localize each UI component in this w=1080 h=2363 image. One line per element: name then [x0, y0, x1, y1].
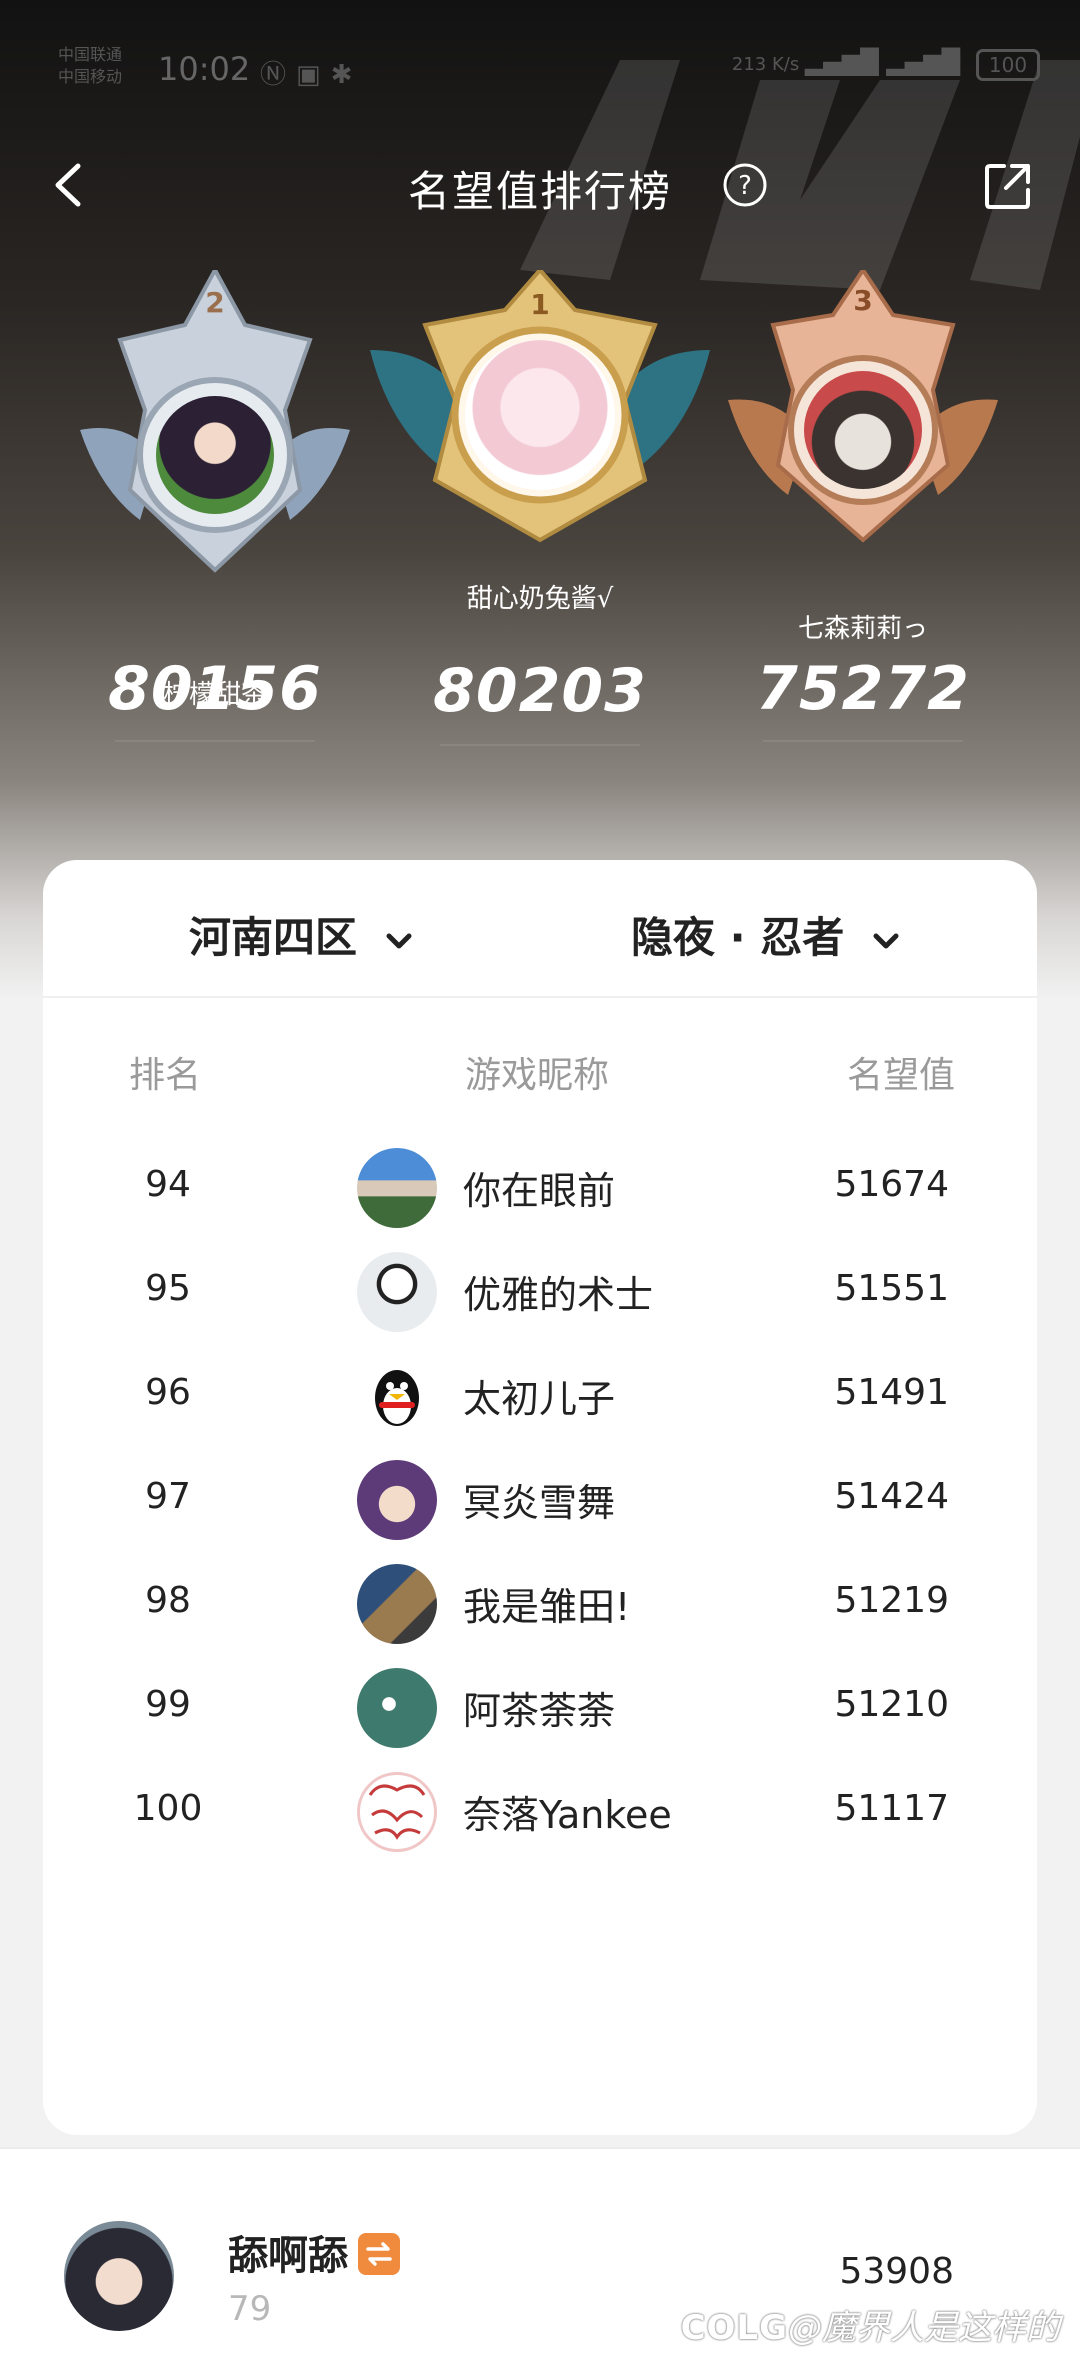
- bluetooth-icon: ✱: [330, 60, 363, 90]
- row-nickname: 优雅的术士: [463, 1273, 654, 1317]
- score-divider: [115, 740, 315, 742]
- job-label: 隐夜 · 忍者: [631, 913, 845, 962]
- navigation-bar: 名望值排行榜 ?: [0, 140, 1080, 230]
- row-value: 51219: [834, 1580, 949, 1621]
- podium-place-label: 2: [205, 286, 224, 319]
- server-dropdown[interactable]: 河南四区: [189, 904, 414, 965]
- status-bar: 中国联通 中国移动 10:02 Ⓝ▣✱ 213 K/s ▂▄▆█ ▂▄▆█ 10…: [0, 40, 1080, 100]
- my-score: 53908: [839, 2251, 954, 2292]
- net-speed: 213 K/s: [731, 54, 800, 75]
- row-value: 51674: [834, 1164, 949, 1205]
- row-nickname: 我是雏田!: [463, 1585, 631, 1629]
- scribble-icon: [368, 1784, 426, 1840]
- podium-name: 甜心奶兔酱√: [466, 584, 614, 614]
- score-divider: [763, 740, 963, 742]
- table-row[interactable]: 95 优雅的术士 51551: [43, 1238, 1037, 1342]
- page-title: 名望值排行榜: [407, 167, 672, 216]
- row-value: 51491: [834, 1372, 949, 1413]
- podium-name: 七森莉莉っ: [797, 614, 928, 644]
- podium-place-label: 1: [530, 288, 549, 321]
- signal-icon: ▂▄▆█ ▂▄▆█: [804, 48, 961, 76]
- row-rank: 100: [133, 1788, 203, 1829]
- watermark: COLG@魔界人是这样的: [681, 2300, 1060, 2349]
- table-row[interactable]: 94 你在眼前 51674: [43, 1134, 1037, 1238]
- my-rank-bar[interactable]: 舔啊舔 79 53908 COLG@魔界人是这样的: [0, 2147, 1080, 2363]
- system-icons: Ⓝ▣✱: [260, 54, 362, 91]
- row-nickname: 太初儿子: [463, 1377, 616, 1421]
- table-row[interactable]: 100 奈落Yankee 51117: [43, 1758, 1037, 1862]
- nfc-icon: Ⓝ: [260, 60, 297, 90]
- transfer-badge-icon: [358, 2233, 400, 2275]
- avatar: [357, 1668, 437, 1748]
- battery-icon: 100: [976, 49, 1040, 81]
- column-header-value: 名望值: [846, 1055, 955, 1096]
- watermark-logo: COLG: [680, 2308, 788, 2348]
- row-nickname: 阿茶荼荼: [463, 1689, 616, 1733]
- penguin-icon: [375, 1370, 419, 1426]
- podium-score: 80203: [433, 656, 647, 726]
- avatar: [804, 371, 922, 489]
- table-row[interactable]: 98 我是雏田! 51219: [43, 1550, 1037, 1654]
- row-rank: 94: [145, 1164, 191, 1205]
- job-dropdown[interactable]: 隐夜 · 忍者: [631, 904, 901, 965]
- row-value: 51117: [834, 1788, 949, 1829]
- row-value: 51551: [834, 1268, 949, 1309]
- chevron-down-icon: [386, 933, 412, 948]
- row-rank: 99: [145, 1684, 191, 1725]
- table-row[interactable]: 99 阿茶荼荼 51210: [43, 1654, 1037, 1758]
- my-rank: 79: [228, 2289, 272, 2329]
- vibrate-icon: ▣: [296, 60, 331, 90]
- chevron-down-icon: [873, 933, 899, 948]
- row-nickname: 奈落Yankee: [463, 1793, 672, 1837]
- help-icon[interactable]: ?: [722, 162, 768, 208]
- ranking-card: 河南四区 隐夜 · 忍者 排名 游戏昵称 名望值 94 你在眼前 51674 9…: [43, 860, 1037, 2135]
- table-row[interactable]: 96 太初儿子 51491: [43, 1342, 1037, 1446]
- status-right-icons: 213 K/s ▂▄▆█ ▂▄▆█ 100: [732, 48, 1040, 81]
- row-rank: 97: [145, 1476, 191, 1517]
- row-value: 51210: [834, 1684, 949, 1725]
- my-avatar: [64, 2221, 174, 2331]
- row-rank: 96: [145, 1372, 191, 1413]
- avatar: [156, 396, 274, 514]
- my-name-text: 舔啊舔: [228, 2233, 348, 2279]
- carrier-label: 中国联通 中国移动: [58, 45, 123, 86]
- qq-penguin-avatar: [357, 1356, 437, 1436]
- avatar: [357, 1772, 437, 1852]
- podium-place-label: 3: [853, 284, 872, 317]
- row-value: 51424: [834, 1476, 949, 1517]
- score-divider: [440, 744, 640, 746]
- svg-text:?: ?: [738, 171, 752, 201]
- podium-score: 75272: [756, 654, 970, 724]
- podium-score: 80156: [108, 654, 322, 724]
- table-row[interactable]: 97 冥炎雪舞 51424: [43, 1446, 1037, 1550]
- row-nickname: 你在眼前: [463, 1169, 616, 1213]
- avatar: [357, 1148, 437, 1228]
- avatar: [465, 340, 615, 490]
- my-name: 舔啊舔: [228, 2223, 400, 2281]
- filter-bar: 河南四区 隐夜 · 忍者: [43, 860, 1037, 998]
- column-header-rank: 排名: [129, 1055, 202, 1096]
- avatar: [357, 1460, 437, 1540]
- server-label: 河南四区: [189, 913, 358, 962]
- row-rank: 95: [145, 1268, 191, 1309]
- avatar: [357, 1252, 437, 1332]
- watermark-text: @魔界人是这样的: [788, 2308, 1060, 2348]
- avatar: [357, 1564, 437, 1644]
- share-icon[interactable]: [982, 160, 1034, 212]
- row-nickname: 冥炎雪舞: [463, 1481, 616, 1525]
- row-rank: 98: [145, 1580, 191, 1621]
- column-header-name: 游戏昵称: [465, 1055, 610, 1096]
- status-time: 10:02: [158, 50, 251, 88]
